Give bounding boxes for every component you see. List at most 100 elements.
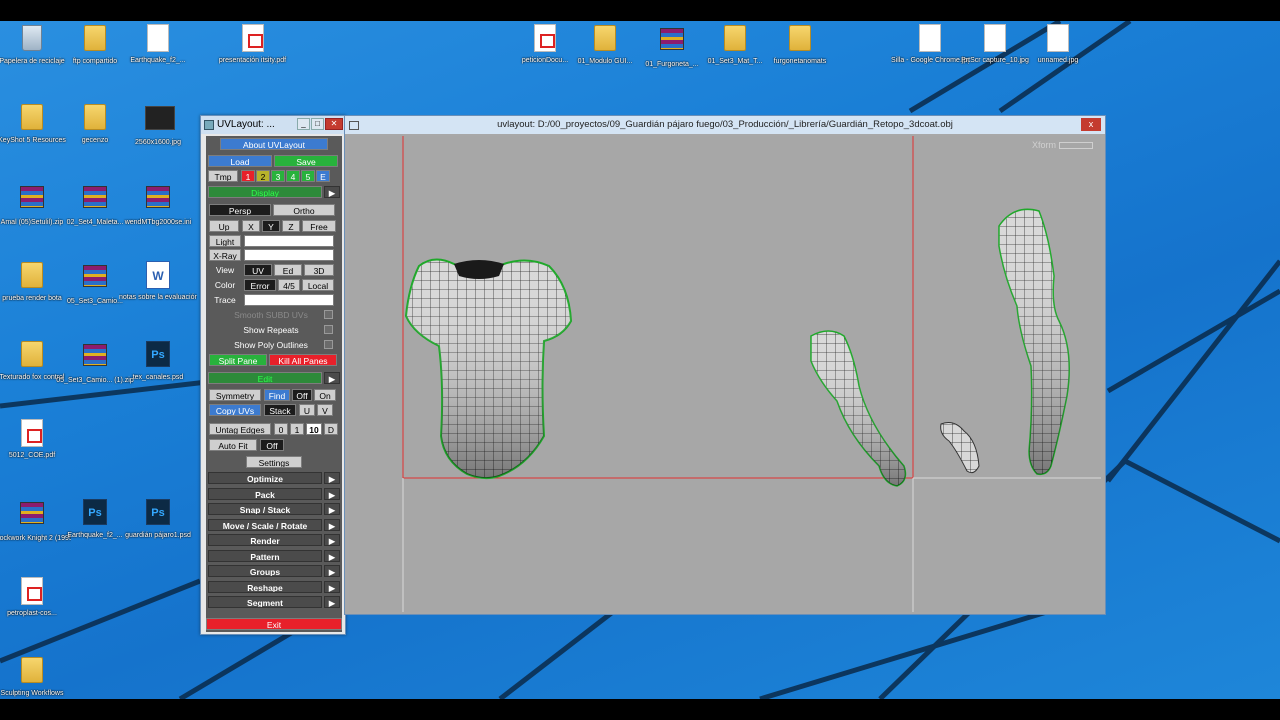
show-repeats-label: Show Repeats (243, 325, 299, 335)
symmetry-off-button[interactable]: Off (292, 389, 312, 401)
stack-button[interactable]: Stack (264, 404, 296, 416)
panel-titlebar[interactable]: UVLayout: ... _ □ ✕ (201, 116, 345, 134)
untag-0-button[interactable]: 0 (274, 423, 288, 435)
show-poly-outlines-label: Show Poly Outlines (234, 340, 308, 350)
color-local-button[interactable]: Local (302, 279, 334, 291)
about-button[interactable]: About UVLayout (220, 138, 328, 150)
kill-all-panes-button[interactable]: Kill All Panes (269, 354, 337, 366)
arm-uv-shell[interactable] (810, 330, 907, 487)
ps-icon: Ps (145, 341, 171, 371)
menu-groups[interactable]: Groups (208, 565, 322, 577)
expand-arrow-icon[interactable]: ▶ (324, 565, 340, 577)
trace-slider[interactable] (244, 294, 334, 306)
untag-1-button[interactable]: 1 (290, 423, 304, 435)
view-uv-button[interactable]: UV (244, 264, 272, 276)
copy-uvs-button[interactable]: Copy UVs (209, 404, 261, 416)
menu-render[interactable]: Render (208, 534, 322, 546)
expand-arrow-icon[interactable]: ▶ (324, 580, 340, 593)
axis-x-button[interactable]: X (242, 220, 260, 232)
tmp-slot-2[interactable]: 2 (256, 170, 270, 182)
expand-arrow-icon[interactable]: ▶ (324, 534, 340, 546)
save-button[interactable]: Save (274, 155, 338, 167)
leg-uv-shell[interactable] (998, 208, 1070, 476)
edit-header[interactable]: Edit (208, 372, 322, 384)
expand-arrow-icon[interactable]: ▶ (324, 549, 340, 562)
desktop-icon[interactable]: Earthquake_f2_... (119, 23, 197, 65)
menu-segment[interactable]: Segment (208, 596, 322, 608)
rar-icon (19, 502, 45, 532)
maximize-icon[interactable]: □ (311, 118, 324, 130)
u-button[interactable]: U (299, 404, 315, 416)
menu-reshape[interactable]: Reshape (208, 580, 322, 593)
minimize-icon[interactable]: _ (297, 118, 310, 130)
menu-pack[interactable]: Pack (208, 487, 322, 500)
tmp-slot-1[interactable]: 1 (241, 170, 255, 182)
tmp-slot-3[interactable]: 3 (271, 170, 285, 182)
color-45-button[interactable]: 4/5 (278, 279, 300, 291)
show-poly-outlines-checkbox[interactable] (324, 340, 333, 349)
find-button[interactable]: Find (264, 389, 290, 401)
split-pane-button[interactable]: Split Pane (209, 354, 267, 366)
panel-window-controls: _ □ ✕ (297, 118, 343, 130)
view-ed-button[interactable]: Ed (274, 264, 302, 276)
expand-arrow-icon[interactable]: ▶ (324, 596, 340, 608)
axis-z-button[interactable]: Z (282, 220, 300, 232)
menu-pattern[interactable]: Pattern (208, 549, 322, 562)
expand-arrow-icon[interactable]: ▶ (324, 503, 340, 515)
hand-uv-shell[interactable] (940, 422, 980, 474)
desktop-icon[interactable]: furgonetanomats (761, 23, 839, 66)
menu-move-scale-rotate[interactable]: Move / Scale / Rotate (208, 518, 322, 531)
uv-viewport[interactable]: Xform (349, 136, 1101, 612)
close-icon[interactable]: ✕ (325, 118, 343, 130)
exit-button[interactable]: Exit (206, 618, 342, 630)
desktop-icon[interactable]: 5012_COE.pdf (0, 418, 71, 460)
desktop-icon[interactable]: presentación itsity.pdf (214, 23, 292, 65)
main-titlebar[interactable]: uvlayout: D:/00_proyectos/09_Guardián pá… (345, 116, 1105, 134)
view-3d-button[interactable]: 3D (304, 264, 334, 276)
untag-10-button[interactable]: 10 (306, 423, 322, 435)
expand-arrow-icon[interactable]: ▶ (324, 487, 340, 500)
free-button[interactable]: Free (302, 220, 336, 232)
display-header[interactable]: Display (208, 186, 322, 198)
pdf-icon (19, 577, 45, 607)
symmetry-on-button[interactable]: On (314, 389, 336, 401)
menu-snap-stack[interactable]: Snap / Stack (208, 503, 322, 515)
color-error-button[interactable]: Error (244, 279, 276, 291)
desktop-icon[interactable]: Ps guardián pájaro1.psd (119, 497, 197, 540)
desktop-icon[interactable]: Sculpting Workflows (0, 655, 71, 698)
tmp-slot-4[interactable]: 4 (286, 170, 300, 182)
auto-fit-off-button[interactable]: Off (260, 439, 284, 451)
pdf-icon (19, 419, 45, 449)
menu-optimize[interactable]: Optimize (208, 472, 322, 484)
expand-arrow-icon[interactable]: ▶ (324, 472, 340, 484)
untag-edges-button[interactable]: Untag Edges (209, 423, 271, 435)
v-button[interactable]: V (317, 404, 333, 416)
edit-expand-icon[interactable]: ▶ (324, 372, 340, 384)
tmp-slot-5[interactable]: 5 (301, 170, 315, 182)
desktop-icon[interactable]: wendMTbg2000se.ini (119, 181, 197, 227)
doc-icon (145, 24, 171, 54)
light-slider[interactable] (244, 235, 334, 247)
xray-slider[interactable] (244, 249, 334, 261)
folder-icon (82, 104, 108, 134)
persp-button[interactable]: Persp (209, 204, 271, 216)
torso-uv-shell[interactable] (404, 258, 573, 480)
desktop-icon[interactable]: petroplast-cos... (0, 576, 71, 618)
load-button[interactable]: Load (208, 155, 272, 167)
untag-d-button[interactable]: D (324, 423, 338, 435)
desktop-icon-label: petroplast-cos... (7, 610, 57, 617)
expand-arrow-icon[interactable]: ▶ (324, 518, 340, 531)
desktop-icon[interactable]: Ps tex_canales.psd (119, 339, 197, 382)
desktop-icon[interactable]: unnamed.jpg (1019, 23, 1097, 65)
settings-button[interactable]: Settings (246, 456, 302, 468)
desktop-icon-label: wendMTbg2000se.ini (124, 219, 192, 226)
desktop-icon[interactable]: Wnotas sobre la evaluación d... (119, 260, 197, 302)
smooth-subd-checkbox[interactable] (324, 310, 333, 319)
show-repeats-checkbox[interactable] (324, 325, 333, 334)
ortho-button[interactable]: Ortho (273, 204, 335, 216)
display-expand-icon[interactable]: ▶ (324, 186, 340, 198)
desktop-icon[interactable]: 2560x1600.jpg (119, 102, 197, 147)
axis-y-button[interactable]: Y (262, 220, 280, 232)
tmp-slot-e[interactable]: E (316, 170, 330, 182)
close-icon[interactable]: x (1081, 118, 1101, 131)
